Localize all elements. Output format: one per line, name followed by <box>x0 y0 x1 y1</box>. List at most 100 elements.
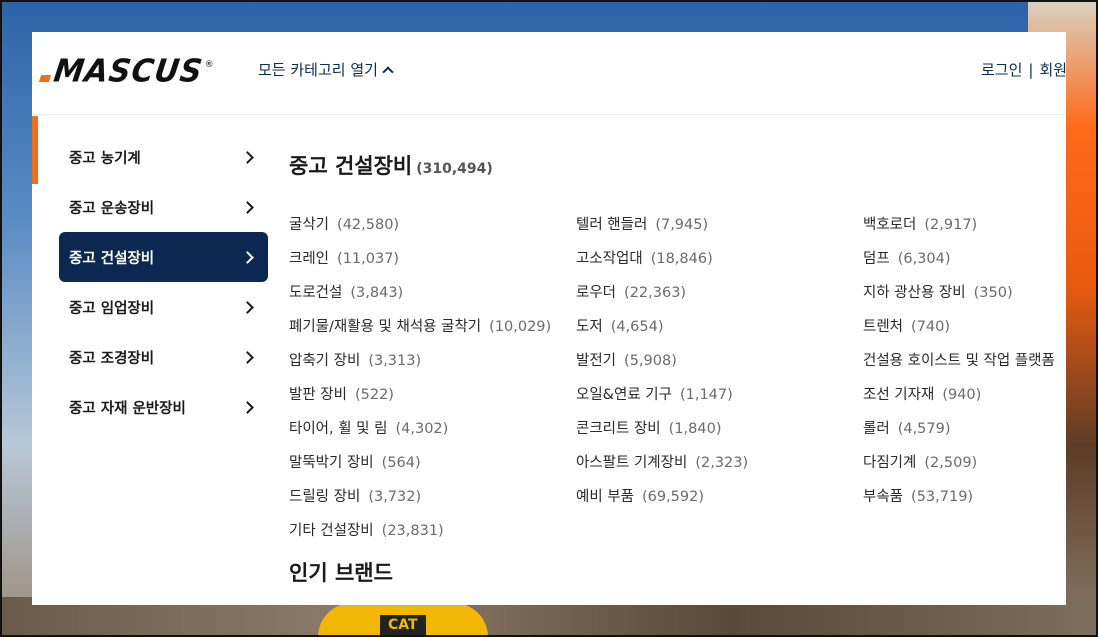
mascus-logo[interactable]: MASCUS ® <box>38 53 214 90</box>
subcategory-link[interactable]: 타이어, 휠 및 림 (4,302) <box>289 417 448 438</box>
subcategory-count: (3,732) <box>368 489 422 505</box>
logo-wordmark: MASCUS <box>51 53 206 90</box>
sidebar-accent-bar <box>32 116 38 184</box>
subcategory-link[interactable]: 폐기물/재활용 및 채석용 굴착기 (10,029) <box>289 315 551 336</box>
auth-links: 로그인 | 회원 <box>981 59 1066 80</box>
subcategory-link[interactable]: 기타 건설장비 (23,831) <box>289 519 444 540</box>
subcategory-link[interactable]: 백호로더 (2,917) <box>863 213 977 234</box>
subcategory-link[interactable]: 지하 광산용 장비 (350) <box>863 281 1013 302</box>
subcategory-link[interactable]: 롤러 (4,579) <box>863 417 951 438</box>
subcategory-name: 도저 <box>576 319 603 335</box>
subcategory-count: (11,037) <box>337 251 400 267</box>
login-link[interactable]: 로그인 <box>981 61 1022 79</box>
sidebar-item-label: 중고 건설장비 <box>69 250 155 267</box>
subcategory-count: (2,509) <box>924 455 978 471</box>
all-categories-label: 모든 카테고리 열기 <box>258 61 378 79</box>
category-title: 중고 건설장비 (310,494) <box>289 150 493 180</box>
category-content: 중고 건설장비 (310,494) 굴삭기 (42,580) 크레인 (11,037)… <box>289 116 1066 605</box>
sidebar-item-material-handling[interactable]: 중고 자재 운반장비 <box>59 382 268 432</box>
subcategory-link[interactable]: 아스팔트 기계장비 (2,323) <box>576 451 748 472</box>
subcategory-count: (522) <box>354 387 394 403</box>
register-link[interactable]: 회원 <box>1039 61 1066 79</box>
subcategory-name: 롤러 <box>863 421 890 437</box>
subcategory-name: 텔러 핸들러 <box>576 217 648 233</box>
subcategory-link[interactable]: 발판 장비 (522) <box>289 383 394 404</box>
subcategory-link[interactable]: 고소작업대 (18,846) <box>576 247 713 268</box>
subcategory-link[interactable]: 크레인 (11,037) <box>289 247 399 268</box>
subcategory-count: (6,304) <box>897 251 951 267</box>
chevron-right-icon <box>241 150 254 164</box>
subcategory-name: 발전기 <box>576 353 617 369</box>
subcategory-name: 예비 부품 <box>576 489 634 505</box>
subcategory-name: 로우더 <box>576 285 617 301</box>
subcategory-link[interactable]: 말뚝박기 장비 (564) <box>289 451 421 472</box>
site-header: MASCUS ® 모든 카테고리 열기 로그인 | 회원 <box>32 32 1066 115</box>
subcategory-name: 타이어, 휠 및 림 <box>289 421 388 437</box>
subcategory-count: (3,313) <box>368 353 422 369</box>
subcategory-link[interactable]: 건설용 호이스트 및 작업 플랫폼 <box>863 349 1063 370</box>
subcategory-name: 기타 건설장비 <box>289 523 374 539</box>
subcategory-count: (69,592) <box>641 489 705 505</box>
subcategory-count: (42,580) <box>337 217 400 233</box>
subcategory-name: 드릴링 장비 <box>289 489 361 505</box>
all-categories-toggle[interactable]: 모든 카테고리 열기 <box>258 59 394 80</box>
category-sidebar: 중고 농기계 중고 운송장비 중고 건설장비 중고 임업장비 중고 조경장비 중… <box>32 116 272 605</box>
registered-mark: ® <box>204 59 214 70</box>
subcategory-link[interactable]: 압축기 장비 (3,313) <box>289 349 421 370</box>
subcategory-link[interactable]: 콘크리트 장비 (1,840) <box>576 417 721 438</box>
subcategory-count: (5,908) <box>624 353 677 369</box>
subcategory-count: (23,831) <box>381 523 444 539</box>
subcategory-count: (4,302) <box>395 421 449 437</box>
sidebar-item-agriculture[interactable]: 중고 농기계 <box>59 132 268 182</box>
sidebar-item-label: 중고 조경장비 <box>69 350 155 367</box>
subcategory-link[interactable]: 드릴링 장비 (3,732) <box>289 485 421 506</box>
subcategory-count: (1,147) <box>679 387 733 403</box>
sidebar-item-label: 중고 농기계 <box>69 150 141 167</box>
chevron-right-icon <box>241 250 254 264</box>
subcategory-link[interactable]: 텔러 핸들러 (7,945) <box>576 213 708 234</box>
subcategory-name: 트렌처 <box>863 319 904 335</box>
subcategory-name: 발판 장비 <box>289 387 347 403</box>
subcategory-link[interactable]: 로우더 (22,363) <box>576 281 686 302</box>
sidebar-item-landscaping[interactable]: 중고 조경장비 <box>59 332 268 382</box>
subcategory-link[interactable]: 굴삭기 (42,580) <box>289 213 399 234</box>
subcategory-name: 지하 광산용 장비 <box>863 285 966 301</box>
subcategory-name: 덤프 <box>863 251 890 267</box>
subcategory-count: (564) <box>381 455 421 471</box>
sidebar-item-construction[interactable]: 중고 건설장비 <box>59 232 268 282</box>
category-menu-panel: MASCUS ® 모든 카테고리 열기 로그인 | 회원 중고 농기계 중고 운송장… <box>32 32 1066 605</box>
subcategory-count: (10,029) <box>489 319 552 335</box>
subcategory-link[interactable]: 조선 기자재 (940) <box>863 383 981 404</box>
subcategory-name: 도로건설 <box>289 285 343 301</box>
subcategory-link[interactable]: 오일&연료 기구 (1,147) <box>576 383 733 404</box>
logo-dot <box>38 75 52 82</box>
subcategory-count: (740) <box>911 319 951 335</box>
subcategory-name: 오일&연료 기구 <box>576 387 672 403</box>
subcategory-link[interactable]: 발전기 (5,908) <box>576 349 677 370</box>
subcategory-name: 콘크리트 장비 <box>576 421 661 437</box>
subcategory-name: 조선 기자재 <box>863 387 935 403</box>
subcategory-link[interactable]: 덤프 (6,304) <box>863 247 951 268</box>
subcategory-name: 고소작업대 <box>576 251 643 267</box>
category-total-count: (310,494) <box>416 161 493 177</box>
subcategory-name: 아스팔트 기계장비 <box>576 455 688 471</box>
subcategory-count: (350) <box>973 285 1013 301</box>
subcategory-link[interactable]: 다짐기계 (2,509) <box>863 451 977 472</box>
subcategory-count: (3,843) <box>350 285 404 301</box>
subcategory-link[interactable]: 부속품 (53,719) <box>863 485 973 506</box>
sidebar-item-forestry[interactable]: 중고 임업장비 <box>59 282 268 332</box>
subcategory-count: (7,945) <box>655 217 709 233</box>
subcategory-link[interactable]: 예비 부품 (69,592) <box>576 485 704 506</box>
subcategory-count: (4,654) <box>610 319 664 335</box>
chevron-right-icon <box>241 400 254 414</box>
subcategory-link[interactable]: 트렌처 (740) <box>863 315 950 336</box>
subcategory-name: 백호로더 <box>863 217 917 233</box>
chevron-up-icon <box>382 65 394 78</box>
auth-separator: | <box>1028 61 1034 79</box>
sidebar-item-transport[interactable]: 중고 운송장비 <box>59 182 268 232</box>
chevron-right-icon <box>241 200 254 214</box>
subcategory-link[interactable]: 도저 (4,654) <box>576 315 664 336</box>
subcategory-name: 말뚝박기 장비 <box>289 455 374 471</box>
subcategory-link[interactable]: 도로건설 (3,843) <box>289 281 403 302</box>
popular-brands-title: 인기 브랜드 <box>289 561 393 585</box>
